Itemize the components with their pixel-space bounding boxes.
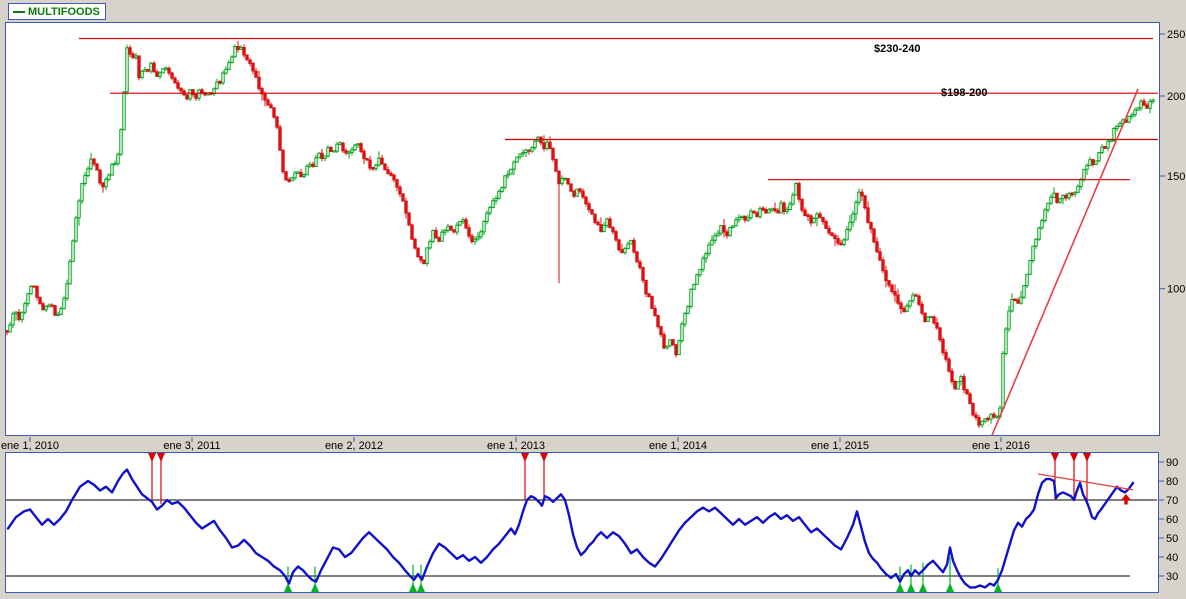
time-axis-label: ene 1, 2013 <box>487 440 545 452</box>
time-axis: ene 1, 2010 ene 3, 2011 ene 2, 2012 ene 1, … <box>1 437 1030 452</box>
price-axis-label: 250, <box>1167 29 1186 41</box>
oscillator-axis-label: 70 <box>1166 495 1178 507</box>
oscillator-axis-label: 40 <box>1166 552 1178 564</box>
series-color-dash <box>13 10 25 13</box>
oscillator-axis-label: 80 <box>1166 476 1178 488</box>
price-annotation: $230-240 <box>874 43 921 55</box>
time-axis-label: ene 3, 2011 <box>163 440 220 452</box>
price-axis-label: 100, <box>1167 284 1186 296</box>
time-axis-label: ene 1, 2015 <box>811 440 869 452</box>
oscillator-axis-label: 50 <box>1166 533 1178 545</box>
chart-window: MULTIFOODS $230-240 $198-200 ene 1, 2010 en… <box>0 0 1186 599</box>
oscillator-axis-label: 90 <box>1166 457 1178 469</box>
oscillator-axis: 90 80 70 60 50 40 30 <box>1159 457 1178 583</box>
series-name: MULTIFOODS <box>28 5 100 18</box>
time-axis-label: ene 1, 2014 <box>649 440 707 452</box>
breakout-arrow-stem <box>1124 500 1128 505</box>
price-annotation: $198-200 <box>941 87 988 99</box>
indicator-panel[interactable] <box>5 452 1159 593</box>
time-axis-label: ene 2, 2012 <box>325 440 383 452</box>
oscillator-axis-label: 60 <box>1166 514 1178 526</box>
price-axis-label: 150, <box>1167 171 1186 183</box>
price-axis: 250, 200, 150, 100, <box>1160 29 1186 296</box>
time-axis-label: ene 1, 2010 <box>1 440 59 452</box>
time-axis-label: ene 1, 2016 <box>972 440 1030 452</box>
price-axis-label: 200, <box>1167 91 1186 103</box>
chart-legend[interactable]: MULTIFOODS <box>8 3 106 20</box>
chart-canvas[interactable]: $230-240$198-200ene 1, 2010 ene 3, 2011 en… <box>0 0 1186 599</box>
oscillator-axis-label: 30 <box>1166 571 1178 583</box>
